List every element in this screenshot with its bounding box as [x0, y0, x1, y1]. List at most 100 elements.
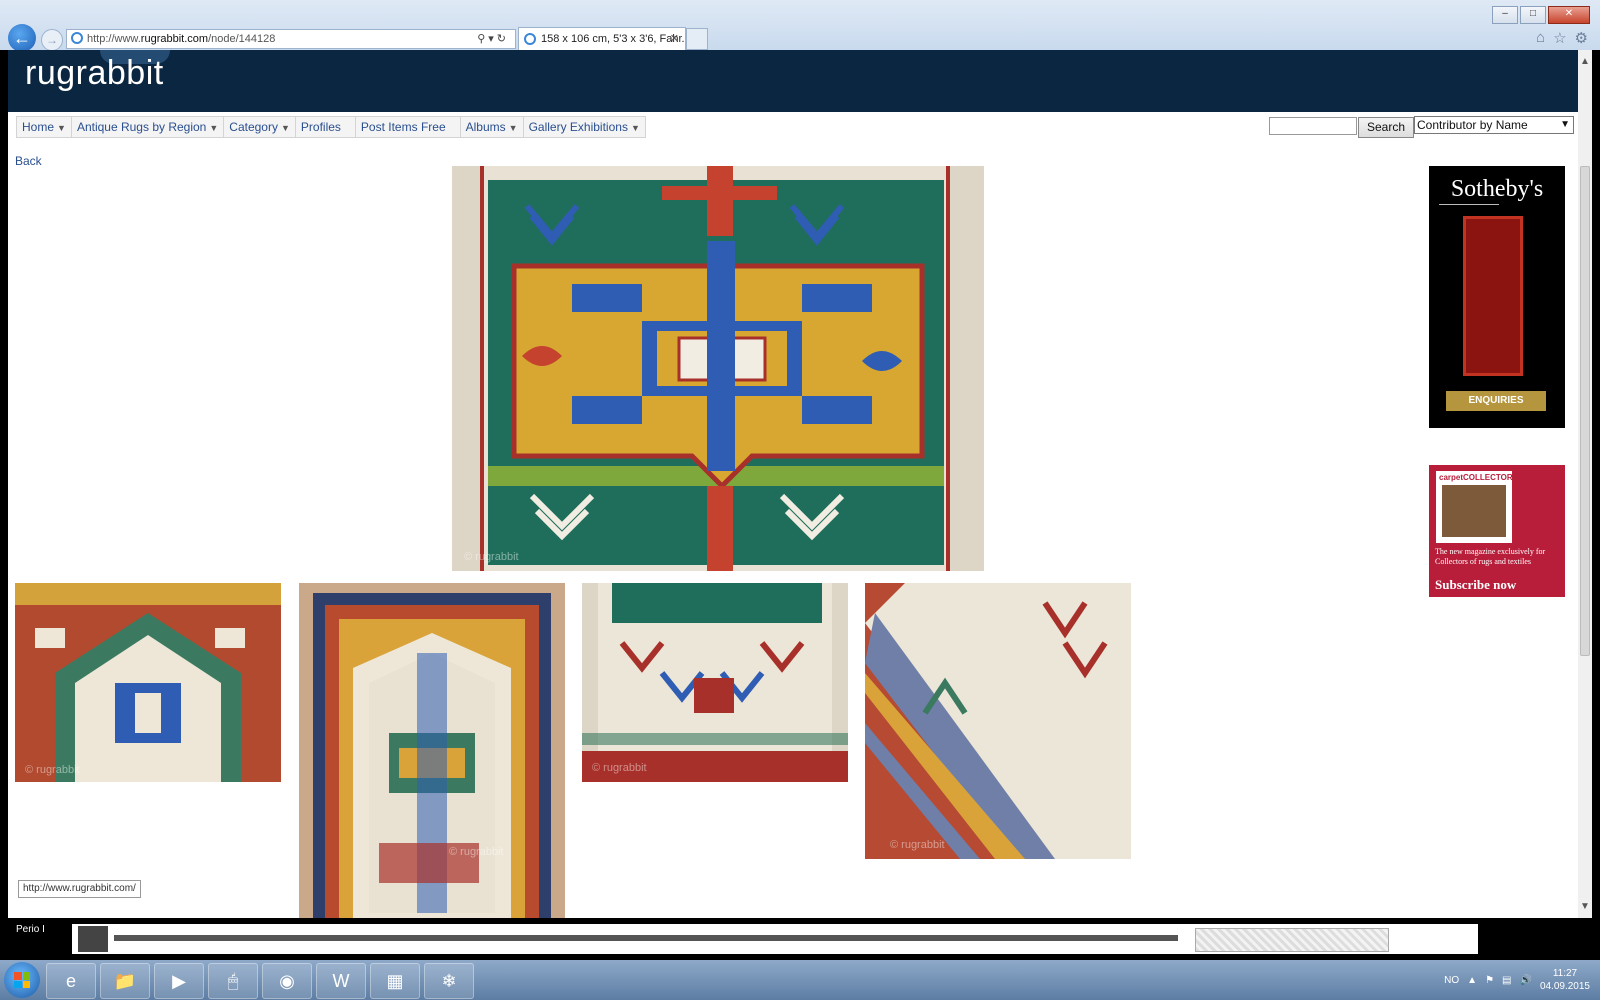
back-arrow-icon[interactable]: ← — [8, 24, 36, 52]
acrobat-icon[interactable]: ❄ — [424, 963, 474, 999]
close-tab-icon[interactable]: ✕ — [670, 28, 679, 50]
clock-time: 11:27 — [1552, 968, 1578, 979]
carpet-collector-ad[interactable]: carpetCOLLECTOR The new magazine exclusi… — [1429, 465, 1565, 597]
scrollbar-thumb[interactable] — [1580, 166, 1590, 656]
file-explorer-icon[interactable]: 📁 — [100, 963, 150, 999]
search-icon[interactable]: ⚲ — [477, 33, 488, 45]
menu-label: Antique Rugs by Region — [76, 120, 207, 134]
enquiries-button[interactable]: ENQUIRIES — [1446, 391, 1546, 411]
menu-label: Albums — [465, 120, 506, 134]
menu-label: Post Items Free — [360, 120, 446, 134]
background-app-bar — [114, 935, 1178, 941]
page-viewport: rugrabbit Home ▼ Antique Rugs by Region ▼ … — [8, 50, 1578, 918]
watermark: © rugrabbit — [25, 764, 80, 776]
menu-item-home[interactable]: Home ▼ — [16, 116, 72, 138]
menu-label: Gallery Exhibitions — [528, 120, 628, 134]
language-indicator[interactable]: NO — [1444, 975, 1459, 986]
tab-favicon-icon — [524, 33, 536, 45]
caret-down-icon: ▼ — [280, 123, 290, 133]
new-tab-button[interactable] — [686, 28, 708, 50]
ad-tagline: The new magazine exclusively for Collect… — [1435, 547, 1546, 566]
caret-down-icon: ▼ — [630, 123, 640, 133]
system-tray: NO ▲ ⚑ ▤ 🔊 11:27 04.09.2015 — [1444, 960, 1590, 1000]
back-link[interactable]: Back — [15, 154, 42, 168]
main-rug-image[interactable]: © rugrabbit — [452, 166, 984, 571]
volume-icon[interactable]: 🔊 — [1519, 975, 1531, 986]
scroll-down-icon[interactable]: ▼ — [1580, 901, 1590, 912]
magazine-cover: carpetCOLLECTOR — [1436, 471, 1513, 543]
background-app-hatched-area — [1195, 928, 1389, 952]
ad-rug-image — [1463, 216, 1523, 376]
menu-label: Profiles — [300, 120, 341, 134]
dropdown-icon[interactable]: ▾ — [488, 33, 497, 45]
maximize-button[interactable]: □ — [1520, 6, 1546, 24]
background-app-block — [78, 926, 108, 952]
window-controls: – □ ✕ — [1492, 6, 1590, 24]
menu-item-profiles[interactable]: Profiles — [294, 116, 356, 138]
browser-chrome: – □ ✕ ← → http://www.rugrabbit.com/node/… — [0, 0, 1600, 52]
url-domain: rugrabbit.com — [140, 33, 209, 45]
thumbnail-image[interactable]: © rugrabbit — [15, 583, 281, 782]
refresh-icon[interactable]: ↻ — [497, 33, 509, 45]
menu-item-category[interactable]: Category ▼ — [223, 116, 296, 138]
clock[interactable]: 11:27 04.09.2015 — [1540, 967, 1590, 993]
site-logo[interactable]: rugrabbit — [25, 54, 164, 93]
url-prefix: http://www. — [87, 33, 141, 45]
thumbnail-image[interactable]: © rugrabbit — [865, 583, 1131, 859]
menu-item-albums[interactable]: Albums ▼ — [459, 116, 524, 138]
address-bar[interactable]: http://www.rugrabbit.com/node/144128 ⚲▾↻ — [66, 29, 516, 49]
flag-icon[interactable]: ⚑ — [1485, 975, 1494, 986]
internet-explorer-icon[interactable]: e — [46, 963, 96, 999]
home-icon[interactable]: ⌂ — [1536, 29, 1545, 47]
menu-label: Home — [22, 120, 55, 134]
browser-tab[interactable]: 158 x 106 cm, 5'3 x 3'6, Fahr... ✕ — [518, 27, 686, 50]
thumbnail-image[interactable]: © rugrabbit — [299, 583, 565, 918]
scroll-up-icon[interactable]: ▲ — [1580, 56, 1590, 67]
minimize-button[interactable]: – — [1492, 6, 1518, 24]
address-controls[interactable]: ⚲▾↻ — [477, 30, 509, 48]
calculator-icon[interactable]: ▦ — [370, 963, 420, 999]
chrome-icon[interactable]: ◉ — [262, 963, 312, 999]
status-bar-url: http://www.rugrabbit.com/ — [18, 880, 141, 898]
contributor-select-value: Contributor by Name — [1417, 118, 1528, 132]
contributor-select[interactable]: Contributor by Name ▼ — [1414, 116, 1574, 134]
vertical-scrollbar[interactable]: ▲ ▼ — [1578, 50, 1592, 918]
caret-down-icon: ▼ — [57, 123, 66, 133]
ie-page-icon — [71, 32, 83, 44]
site-header: rugrabbit — [8, 50, 1578, 112]
media-player-icon[interactable]: ▶ — [154, 963, 204, 999]
tray-expand-icon[interactable]: ▲ — [1467, 975, 1477, 986]
close-window-button[interactable]: ✕ — [1548, 6, 1590, 24]
menu-item-post-items-free[interactable]: Post Items Free — [354, 116, 461, 138]
windows-logo-icon — [14, 972, 30, 988]
taskbar: e 📁 ▶ 🖱 ◉ W ▦ ❄ NO ▲ ⚑ ▤ 🔊 11:27 04.09.2… — [0, 960, 1600, 1000]
menu-item-gallery-exhibitions[interactable]: Gallery Exhibitions ▼ — [522, 116, 646, 138]
menu-label: Category — [229, 120, 278, 134]
watermark: © rugrabbit — [449, 846, 504, 858]
thumbnail-image[interactable]: © rugrabbit — [582, 583, 848, 782]
caret-down-icon: ▼ — [209, 123, 219, 133]
subscribe-link[interactable]: Subscribe now — [1435, 577, 1516, 593]
search-button[interactable]: Search — [1358, 117, 1414, 138]
magazine-cover-image — [1442, 485, 1506, 537]
gear-icon[interactable]: ⚙ — [1575, 29, 1588, 47]
watermark: © rugrabbit — [592, 762, 647, 774]
network-app-icon[interactable]: 🖱 — [208, 963, 258, 999]
word-icon[interactable]: W — [316, 963, 366, 999]
menu-item-antique-rugs-by-region[interactable]: Antique Rugs by Region ▼ — [70, 116, 225, 138]
sothebys-ad[interactable]: Sotheby's ENQUIRIES — [1429, 166, 1565, 428]
caret-down-icon: ▼ — [508, 123, 518, 133]
network-icon[interactable]: ▤ — [1502, 975, 1511, 986]
favorites-star-icon[interactable]: ☆ — [1553, 29, 1566, 47]
browser-tools: ⌂ ☆ ⚙ — [1536, 29, 1588, 47]
url-path: /node/144128 — [208, 33, 276, 45]
start-button[interactable] — [4, 962, 40, 998]
chevron-down-icon: ▼ — [1560, 119, 1570, 130]
clock-date: 04.09.2015 — [1539, 981, 1590, 992]
background-application: Perio I — [0, 918, 1600, 960]
watermark: © rugrabbit — [890, 839, 945, 851]
ad-divider — [1439, 204, 1499, 205]
forward-arrow-icon[interactable]: → — [41, 29, 63, 51]
background-app-label: Perio I — [16, 924, 45, 935]
search-input[interactable] — [1269, 117, 1357, 135]
